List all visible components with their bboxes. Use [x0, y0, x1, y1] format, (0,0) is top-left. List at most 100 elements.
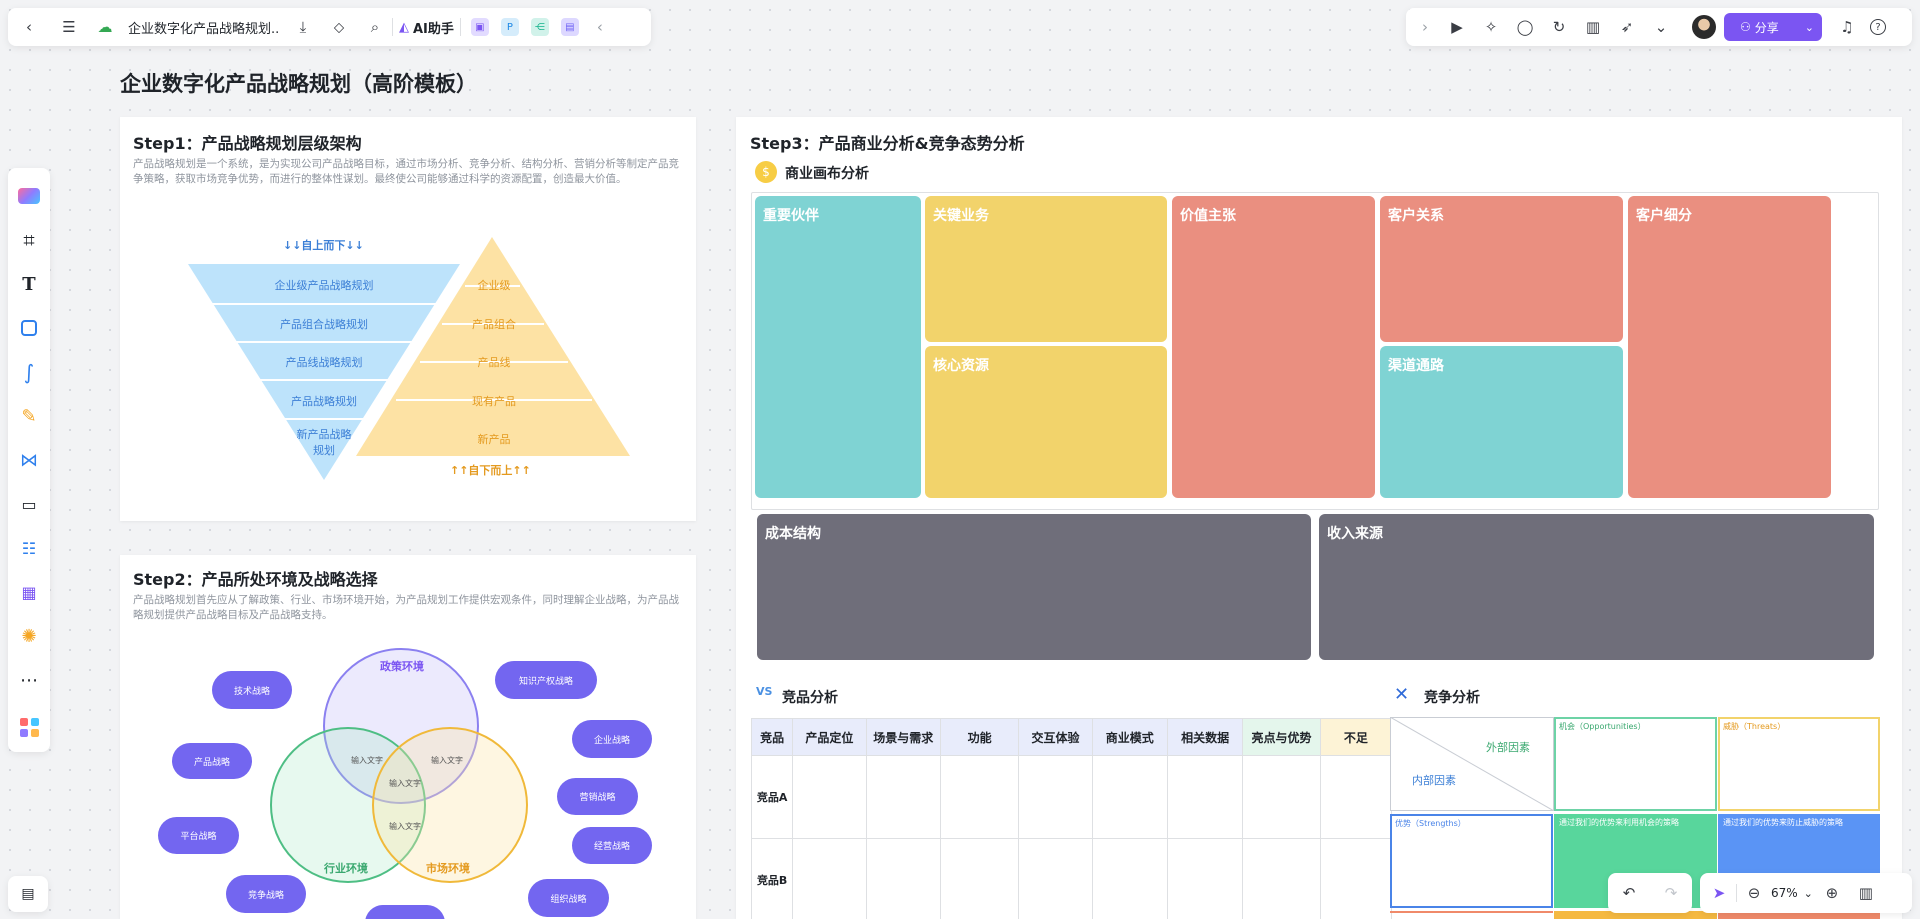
list-icon[interactable]: ☷	[14, 533, 44, 563]
canvas-segments[interactable]: 客户细分	[1628, 196, 1831, 498]
shape-icon[interactable]	[14, 313, 44, 343]
cell[interactable]	[1166, 755, 1244, 839]
venn-input-2[interactable]: 输入文字	[431, 755, 463, 766]
sticky-note-icon[interactable]: ▭	[14, 489, 44, 519]
cell[interactable]	[1319, 838, 1393, 919]
pill-organization-strategy[interactable]: 组织战略	[528, 879, 609, 917]
avatar[interactable]	[1692, 15, 1716, 39]
share-label: 分享	[1754, 20, 1779, 35]
pill-competition-strategy[interactable]: 竞争战略	[226, 875, 306, 913]
doc-title[interactable]: 企业数字化产品战略规划...	[128, 18, 278, 37]
cell[interactable]	[939, 755, 1020, 839]
menu-icon[interactable]: ☰	[58, 16, 80, 38]
pill-marketing-strategy[interactable]: 营销战略	[557, 778, 638, 815]
celebrate-icon[interactable]: ✧	[1480, 16, 1502, 38]
present-icon[interactable]: ▶	[1446, 16, 1468, 38]
ai-assistant-button[interactable]: ◭ AI助手	[399, 18, 454, 37]
cell[interactable]	[1242, 838, 1321, 919]
image-app-icon[interactable]: ▣	[470, 18, 489, 36]
download-icon[interactable]: ⤓	[292, 16, 314, 38]
history-icon[interactable]: ↻	[1548, 16, 1570, 38]
template-icon[interactable]	[14, 181, 44, 211]
col-highlights: 亮点与优势	[1242, 718, 1321, 756]
zoom-level[interactable]: 67%	[1771, 886, 1798, 900]
expand-icon[interactable]: ›	[1414, 16, 1436, 38]
mindmap-icon[interactable]: ⋈	[14, 445, 44, 475]
cell[interactable]	[1319, 755, 1393, 839]
chevron-down-icon[interactable]: ⌄	[1805, 21, 1814, 34]
help-icon[interactable]: ?	[1870, 19, 1886, 35]
pill-ip-strategy[interactable]: 知识产权战略	[495, 661, 597, 699]
minimap-button[interactable]: ▤	[8, 876, 48, 912]
cell[interactable]	[1166, 838, 1244, 919]
row-competitor-b: 竞品B	[750, 838, 794, 919]
zoom-out-icon[interactable]: ⊖	[1743, 882, 1765, 904]
p-app-icon[interactable]: P	[500, 18, 519, 36]
frame-icon[interactable]: ⌗	[14, 225, 44, 255]
more-down-icon[interactable]: ⌄	[1650, 16, 1672, 38]
comment-icon[interactable]: ◯	[1514, 16, 1536, 38]
comment-app-icon[interactable]: ▤	[560, 18, 579, 36]
zoom-dropdown-icon[interactable]: ⌄	[1804, 887, 1813, 900]
canvas-partners[interactable]: 重要伙伴	[755, 196, 921, 498]
venn-input-1[interactable]: 输入文字	[351, 755, 383, 766]
pill-tech-strategy[interactable]: 技术战略	[212, 671, 292, 709]
text-icon[interactable]: T	[14, 269, 44, 299]
cell[interactable]	[1091, 755, 1168, 839]
canvas-value[interactable]: 价值主张	[1172, 196, 1375, 498]
cell[interactable]	[1091, 838, 1168, 919]
pill-platform-strategy[interactable]: 平台战略	[158, 817, 239, 854]
connector-icon[interactable]: ∫	[14, 357, 44, 387]
divider	[1736, 884, 1737, 902]
pill-operation-strategy[interactable]: 经营战略	[572, 827, 652, 864]
redo-icon[interactable]: ↷	[1660, 882, 1682, 904]
cell[interactable]	[792, 838, 867, 919]
cell[interactable]	[939, 838, 1020, 919]
book-icon[interactable]: ▥	[1855, 882, 1877, 904]
canvas-resources[interactable]: 核心资源	[925, 346, 1167, 498]
more-icon[interactable]: ⋯	[14, 665, 44, 695]
pyr-level-3: 产品线	[477, 356, 511, 369]
undo-icon[interactable]: ↶	[1618, 882, 1640, 904]
laser-pointer-icon[interactable]: ➶	[1616, 16, 1638, 38]
canvas-revenue[interactable]: 收入来源	[1319, 514, 1874, 660]
tag-icon[interactable]: ⬦	[328, 16, 350, 38]
cell[interactable]	[1018, 838, 1093, 919]
apps-icon[interactable]	[14, 712, 44, 742]
swot-threats[interactable]: 威胁（Threats）	[1718, 717, 1880, 811]
venn-input-3[interactable]: 输入文字	[389, 778, 421, 789]
swot-opportunities[interactable]: 机会（Opportunities）	[1554, 717, 1717, 811]
canvas-channels[interactable]: 渠道通路	[1380, 346, 1623, 498]
cell[interactable]	[865, 755, 941, 839]
zoom-in-icon[interactable]: ⊕	[1821, 882, 1843, 904]
cell[interactable]	[1018, 755, 1093, 839]
swot-weakness[interactable]	[1390, 911, 1553, 919]
cloud-icon[interactable]: ☁	[94, 16, 116, 38]
select-cursor-icon[interactable]: ➤	[1708, 882, 1730, 904]
cell[interactable]	[792, 755, 867, 839]
swot-st-label: 通过我们的优势来防止威胁的策略	[1723, 818, 1843, 827]
pen-icon[interactable]: ✎	[14, 401, 44, 431]
canvas-cost[interactable]: 成本结构	[757, 514, 1311, 660]
pill-product-strategy[interactable]: 产品战略	[172, 743, 252, 779]
table-icon[interactable]: ▦	[14, 577, 44, 607]
canvas-relations[interactable]: 客户关系	[1380, 196, 1623, 342]
back-icon[interactable]: ‹	[18, 16, 40, 38]
cell[interactable]	[865, 838, 941, 919]
venn-input-4[interactable]: 输入文字	[389, 821, 421, 832]
search-icon[interactable]: ⌕	[364, 16, 386, 38]
cell[interactable]	[1242, 755, 1321, 839]
bell-icon[interactable]: ♫	[1836, 16, 1858, 38]
step2-panel: Step2：产品所处环境及战略选择 产品战略规划首先应从了解政策、行业、市场环境…	[120, 555, 696, 919]
sticker-icon[interactable]: ✺	[14, 621, 44, 651]
share-button[interactable]: ⚇ 分享 ⌄	[1724, 13, 1822, 41]
collapse-icon[interactable]: ‹	[589, 16, 611, 38]
insights-icon[interactable]: ▥	[1582, 16, 1604, 38]
mindmap-app-icon[interactable]: ⋲	[530, 18, 549, 36]
swot-strengths[interactable]: 优势（Strengths）	[1390, 814, 1553, 908]
row-competitor-a: 竞品A	[750, 755, 794, 839]
col-business-model: 商业模式	[1091, 718, 1168, 756]
pill-enterprise-strategy[interactable]: 企业战略	[572, 720, 652, 758]
canvas-activities[interactable]: 关键业务	[925, 196, 1167, 342]
pill-bottom[interactable]	[365, 905, 445, 919]
